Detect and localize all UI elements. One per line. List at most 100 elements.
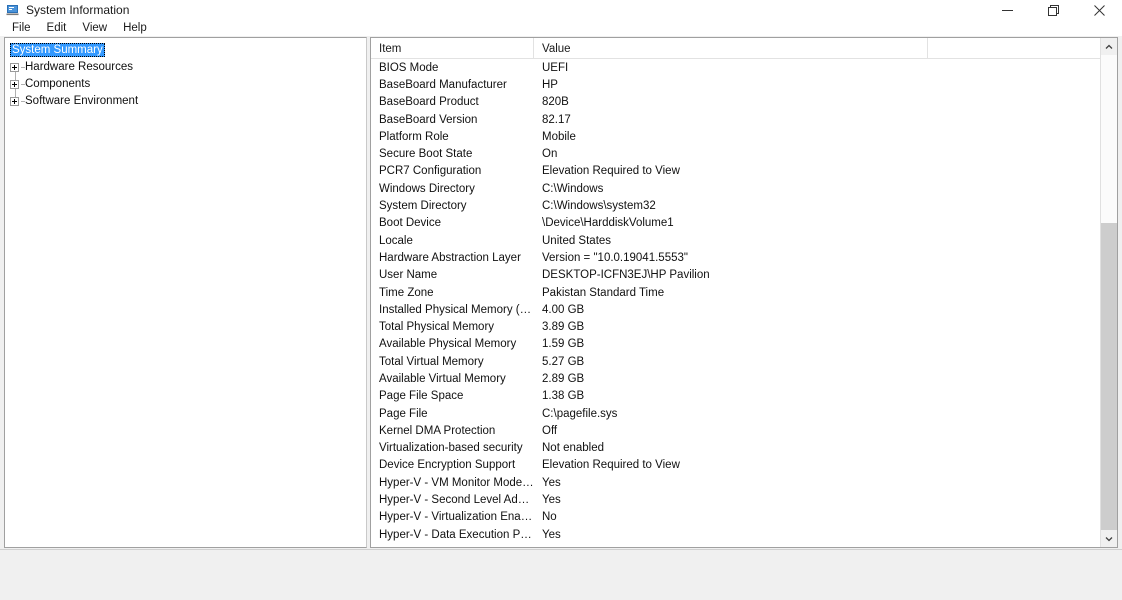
cell-item: User Name	[379, 269, 438, 282]
list-column-headers: Item Value	[371, 38, 1117, 59]
list-vertical-scrollbar[interactable]	[1100, 38, 1117, 547]
table-row[interactable]: Platform Role Mobile	[371, 128, 1117, 145]
cell-value: Yes	[542, 494, 561, 507]
cell-item: Hyper-V - Second Level Addres...	[379, 494, 534, 507]
expand-plus-icon[interactable]	[10, 79, 19, 89]
restore-icon[interactable]	[1030, 0, 1076, 20]
table-row[interactable]: Hyper-V - Data Execution Prote... Yes	[371, 526, 1117, 543]
chevron-up-icon[interactable]	[1101, 38, 1117, 55]
cell-value: \Device\HarddiskVolume1	[542, 217, 674, 230]
list-rows-container: BIOS Mode UEFI BaseBoard Manufacturer HP Bas…	[371, 59, 1117, 547]
table-row[interactable]: Boot Device \Device\HarddiskVolume1	[371, 215, 1117, 232]
column-header-item[interactable]: Item	[371, 38, 534, 59]
cell-value: DESKTOP-ICFN3EJ\HP Pavilion	[542, 269, 710, 282]
cell-item: BaseBoard Version	[379, 113, 478, 126]
table-row[interactable]: Hardware Abstraction Layer Version = "10.…	[371, 249, 1117, 266]
scrollbar-thumb[interactable]	[1101, 223, 1117, 530]
window-title: System Information	[26, 3, 130, 17]
cell-value: Elevation Required to View	[542, 165, 680, 178]
expand-plus-icon[interactable]	[10, 96, 19, 106]
cell-item: Windows Directory	[379, 182, 475, 195]
cell-value: Off	[542, 424, 558, 437]
cell-value: 2.89 GB	[542, 372, 585, 385]
menu-file[interactable]: File	[4, 19, 39, 36]
table-row[interactable]: Hyper-V - Second Level Addres... Yes	[371, 491, 1117, 508]
scrollbar-track[interactable]	[1101, 55, 1117, 530]
cell-item: Page File Space	[379, 390, 464, 403]
cell-item: BIOS Mode	[379, 61, 439, 74]
cell-value: 820B	[542, 96, 569, 109]
cell-item: Virtualization-based security	[379, 442, 523, 455]
minimize-icon[interactable]	[984, 0, 1030, 20]
cell-value: 3.89 GB	[542, 321, 585, 334]
cell-item: Secure Boot State	[379, 148, 473, 161]
tree-item-system-summary[interactable]: System Summary	[5, 42, 366, 58]
tree-connector-dash	[21, 67, 25, 68]
table-row[interactable]: Locale United States	[371, 232, 1117, 249]
cell-value: C:\Windows	[542, 182, 604, 195]
table-row[interactable]: Time Zone Pakistan Standard Time	[371, 284, 1117, 301]
cell-item: BaseBoard Manufacturer	[379, 78, 507, 91]
menu-help[interactable]: Help	[115, 19, 155, 36]
tree-item-software-environment[interactable]: Software Environment	[5, 93, 366, 109]
table-row[interactable]: Total Physical Memory 3.89 GB	[371, 318, 1117, 335]
close-icon[interactable]	[1076, 0, 1122, 20]
table-row[interactable]: Secure Boot State On	[371, 145, 1117, 162]
table-row[interactable]: Device Encryption Support Elevation Requi…	[371, 457, 1117, 474]
cell-item: System Directory	[379, 200, 467, 213]
cell-item: Hyper-V - VM Monitor Mode E...	[379, 476, 534, 489]
cell-item: Hyper-V - Data Execution Prote...	[379, 528, 534, 541]
table-row[interactable]: System Directory C:\Windows\system32	[371, 197, 1117, 214]
chevron-down-icon[interactable]	[1101, 530, 1117, 547]
table-row[interactable]: Hyper-V - VM Monitor Mode E... Yes	[371, 474, 1117, 491]
cell-item: Page File	[379, 407, 428, 420]
cell-item: Boot Device	[379, 217, 442, 230]
cell-item: Available Physical Memory	[379, 338, 517, 351]
tree-item-hardware-resources[interactable]: Hardware Resources	[5, 59, 366, 75]
cell-value: On	[542, 148, 558, 161]
cell-item: Locale	[379, 234, 413, 247]
table-row[interactable]: BaseBoard Product 820B	[371, 94, 1117, 111]
tree-item-label: Components	[25, 78, 91, 90]
table-row[interactable]: User Name DESKTOP-ICFN3EJ\HP Pavilion	[371, 267, 1117, 284]
cell-value: HP	[542, 78, 558, 91]
table-row[interactable]: Page File Space 1.38 GB	[371, 388, 1117, 405]
table-row[interactable]: Windows Directory C:\Windows	[371, 180, 1117, 197]
cell-value: No	[542, 511, 557, 524]
tree-connector-dash	[21, 84, 25, 85]
table-row[interactable]: BaseBoard Version 82.17	[371, 111, 1117, 128]
window-controls	[984, 0, 1122, 20]
table-row[interactable]: Kernel DMA Protection Off	[371, 422, 1117, 439]
cell-item: Device Encryption Support	[379, 459, 516, 472]
tree-item-components[interactable]: Components	[5, 76, 366, 92]
table-row[interactable]: PCR7 Configuration Elevation Required to …	[371, 163, 1117, 180]
column-header-value[interactable]: Value	[534, 38, 928, 59]
table-row[interactable]: Page File C:\pagefile.sys	[371, 405, 1117, 422]
cell-value: Elevation Required to View	[542, 459, 680, 472]
table-row[interactable]: Virtualization-based security Not enabled	[371, 440, 1117, 457]
menu-view[interactable]: View	[74, 19, 115, 36]
column-header-blank[interactable]	[928, 38, 1117, 59]
menu-edit[interactable]: Edit	[39, 19, 75, 36]
cell-value: C:\Windows\system32	[542, 200, 656, 213]
cell-value: United States	[542, 234, 612, 247]
cell-value: 82.17	[542, 113, 571, 126]
table-row[interactable]: Available Physical Memory 1.59 GB	[371, 336, 1117, 353]
title-bar: System Information	[0, 0, 1122, 20]
cell-value: Yes	[542, 476, 561, 489]
cell-value: 1.38 GB	[542, 390, 585, 403]
cell-item: Available Virtual Memory	[379, 372, 506, 385]
table-row[interactable]: BIOS Mode UEFI	[371, 59, 1117, 76]
expand-plus-icon[interactable]	[10, 62, 19, 72]
cell-item: Total Physical Memory	[379, 321, 495, 334]
table-row[interactable]: Available Virtual Memory 2.89 GB	[371, 370, 1117, 387]
tree-item-label: Software Environment	[25, 95, 139, 107]
table-row[interactable]: Total Virtual Memory 5.27 GB	[371, 353, 1117, 370]
table-row[interactable]: Hyper-V - Virtualization Enable... No	[371, 509, 1117, 526]
table-row[interactable]: Installed Physical Memory (RAM) 4.00 GB	[371, 301, 1117, 318]
cell-value: UEFI	[542, 61, 569, 74]
table-row[interactable]: BaseBoard Manufacturer HP	[371, 76, 1117, 93]
menu-bar: File Edit View Help	[0, 19, 1122, 36]
cell-value: Mobile	[542, 130, 576, 143]
cell-value: 4.00 GB	[542, 303, 585, 316]
